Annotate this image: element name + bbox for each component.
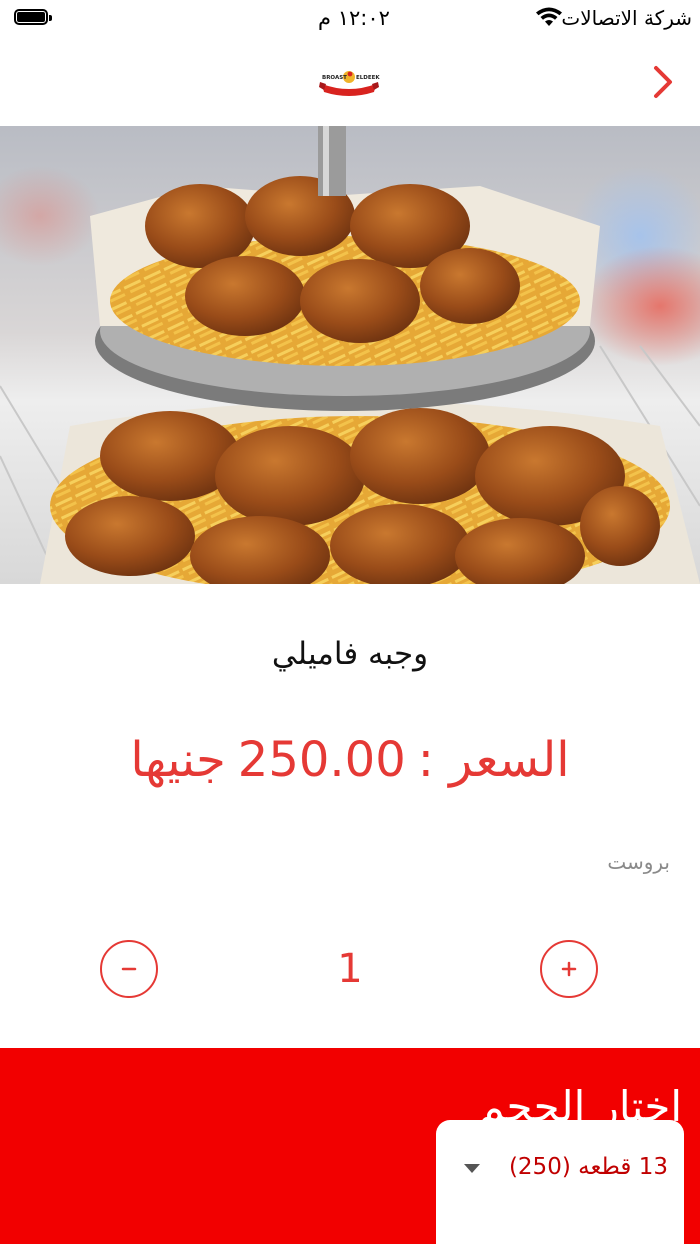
product-category: بروست — [607, 850, 670, 874]
quantity-value: 1 — [337, 946, 363, 992]
battery-icon — [14, 9, 52, 25]
brand-logo: BROAST ELDEEK — [319, 71, 380, 96]
carrier-name: شركة الاتصالات — [561, 6, 692, 30]
price-currency: جنيها — [130, 732, 226, 788]
svg-text:ELDEEK: ELDEEK — [356, 75, 380, 81]
dropdown-caret-icon — [464, 1164, 480, 1173]
price-value: 250.00 — [237, 732, 406, 788]
status-time: ١٢:٠٢ م — [318, 6, 390, 30]
decrease-quantity-button[interactable] — [100, 940, 158, 998]
size-select[interactable]: 13 قطعه (250) — [436, 1120, 684, 1244]
size-selected-option: 13 قطعه (250) — [508, 1154, 668, 1180]
chevron-right-icon[interactable] — [640, 60, 684, 104]
product-image — [0, 126, 700, 584]
product-name: وجبه فاميلي — [271, 636, 429, 672]
plus-icon — [561, 961, 577, 977]
price-label: السعر : — [417, 732, 570, 788]
increase-quantity-button[interactable] — [540, 940, 598, 998]
svg-text:BROAST: BROAST — [322, 75, 347, 81]
wifi-icon — [536, 7, 562, 26]
nav-bar: BROAST ELDEEK — [0, 40, 700, 126]
price-row: السعر :250.00جنيها — [0, 732, 700, 788]
status-bar: ١٢:٠٢ م شركة الاتصالات — [0, 0, 700, 40]
size-panel: اختار الحجم 13 قطعه (250) — [0, 1048, 700, 1244]
minus-icon — [121, 967, 137, 971]
